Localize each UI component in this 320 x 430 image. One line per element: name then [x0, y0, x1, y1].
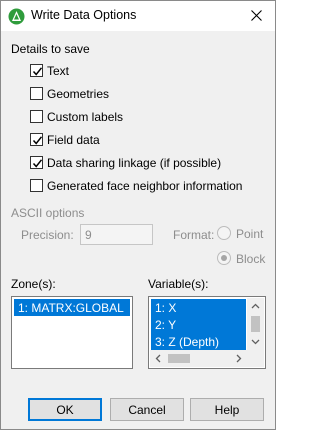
- checkbox-data-sharing-label[interactable]: Data sharing linkage (if possible): [47, 156, 221, 170]
- write-data-options-dialog: Write Data Options Details to save Text …: [0, 0, 276, 430]
- format-label: Format:: [173, 228, 215, 242]
- checkbox-field-data[interactable]: [30, 133, 43, 146]
- checkbox-custom-labels-label[interactable]: Custom labels: [47, 110, 123, 124]
- variable-item[interactable]: 2: Y: [151, 316, 246, 333]
- close-icon: [251, 10, 262, 21]
- cancel-button[interactable]: Cancel: [110, 398, 184, 421]
- scroll-up-icon[interactable]: [247, 298, 264, 315]
- vertical-scroll-thumb[interactable]: [251, 316, 260, 332]
- variables-vertical-scrollbar[interactable]: [247, 298, 264, 350]
- close-button[interactable]: [239, 1, 275, 31]
- checkbox-geometries[interactable]: [30, 87, 43, 100]
- zone-item[interactable]: 1: MATRX:GLOBAL: [14, 299, 130, 316]
- checkbox-face-neighbor-label[interactable]: Generated face neighbor information: [47, 179, 242, 193]
- ok-button[interactable]: OK: [28, 398, 102, 421]
- variable-item[interactable]: 3: Z (Depth): [151, 333, 246, 350]
- radio-point[interactable]: [217, 226, 231, 240]
- checkmark-icon: [32, 136, 43, 145]
- checkbox-data-sharing[interactable]: [30, 156, 43, 169]
- radio-block[interactable]: [217, 251, 231, 265]
- scroll-down-icon[interactable]: [247, 333, 264, 350]
- radio-block-label[interactable]: Block: [236, 252, 265, 266]
- checkbox-geometries-label[interactable]: Geometries: [47, 87, 109, 101]
- zones-label: Zone(s):: [11, 277, 56, 291]
- scroll-right-icon[interactable]: [230, 350, 247, 367]
- variables-listbox[interactable]: 1: X 2: Y 3: Z (Depth): [148, 296, 266, 369]
- horizontal-scroll-thumb[interactable]: [168, 354, 190, 363]
- precision-field[interactable]: 9: [80, 224, 153, 245]
- scrollbar-corner: [247, 350, 264, 367]
- precision-label: Precision:: [21, 228, 74, 242]
- ascii-options-heading: ASCII options: [11, 206, 85, 220]
- radio-selected-dot: [221, 255, 227, 261]
- dialog-title: Write Data Options: [31, 8, 137, 22]
- checkmark-icon: [32, 159, 43, 168]
- scroll-left-icon[interactable]: [150, 350, 167, 367]
- checkbox-face-neighbor[interactable]: [30, 179, 43, 192]
- variables-horizontal-scrollbar[interactable]: [150, 350, 247, 367]
- title-bar[interactable]: Write Data Options: [1, 1, 275, 31]
- radio-point-label[interactable]: Point: [236, 227, 263, 241]
- tecplot-app-icon: [8, 8, 25, 25]
- checkbox-field-data-label[interactable]: Field data: [47, 133, 100, 147]
- checkbox-custom-labels[interactable]: [30, 110, 43, 123]
- zones-listbox[interactable]: 1: MATRX:GLOBAL: [11, 296, 133, 369]
- checkbox-text-label[interactable]: Text: [47, 64, 69, 78]
- help-button[interactable]: Help: [190, 398, 264, 421]
- variable-item[interactable]: 1: X: [151, 299, 246, 316]
- variables-label: Variable(s):: [148, 277, 209, 291]
- checkmark-icon: [32, 67, 43, 76]
- details-heading: Details to save: [11, 42, 90, 56]
- checkbox-text[interactable]: [30, 64, 43, 77]
